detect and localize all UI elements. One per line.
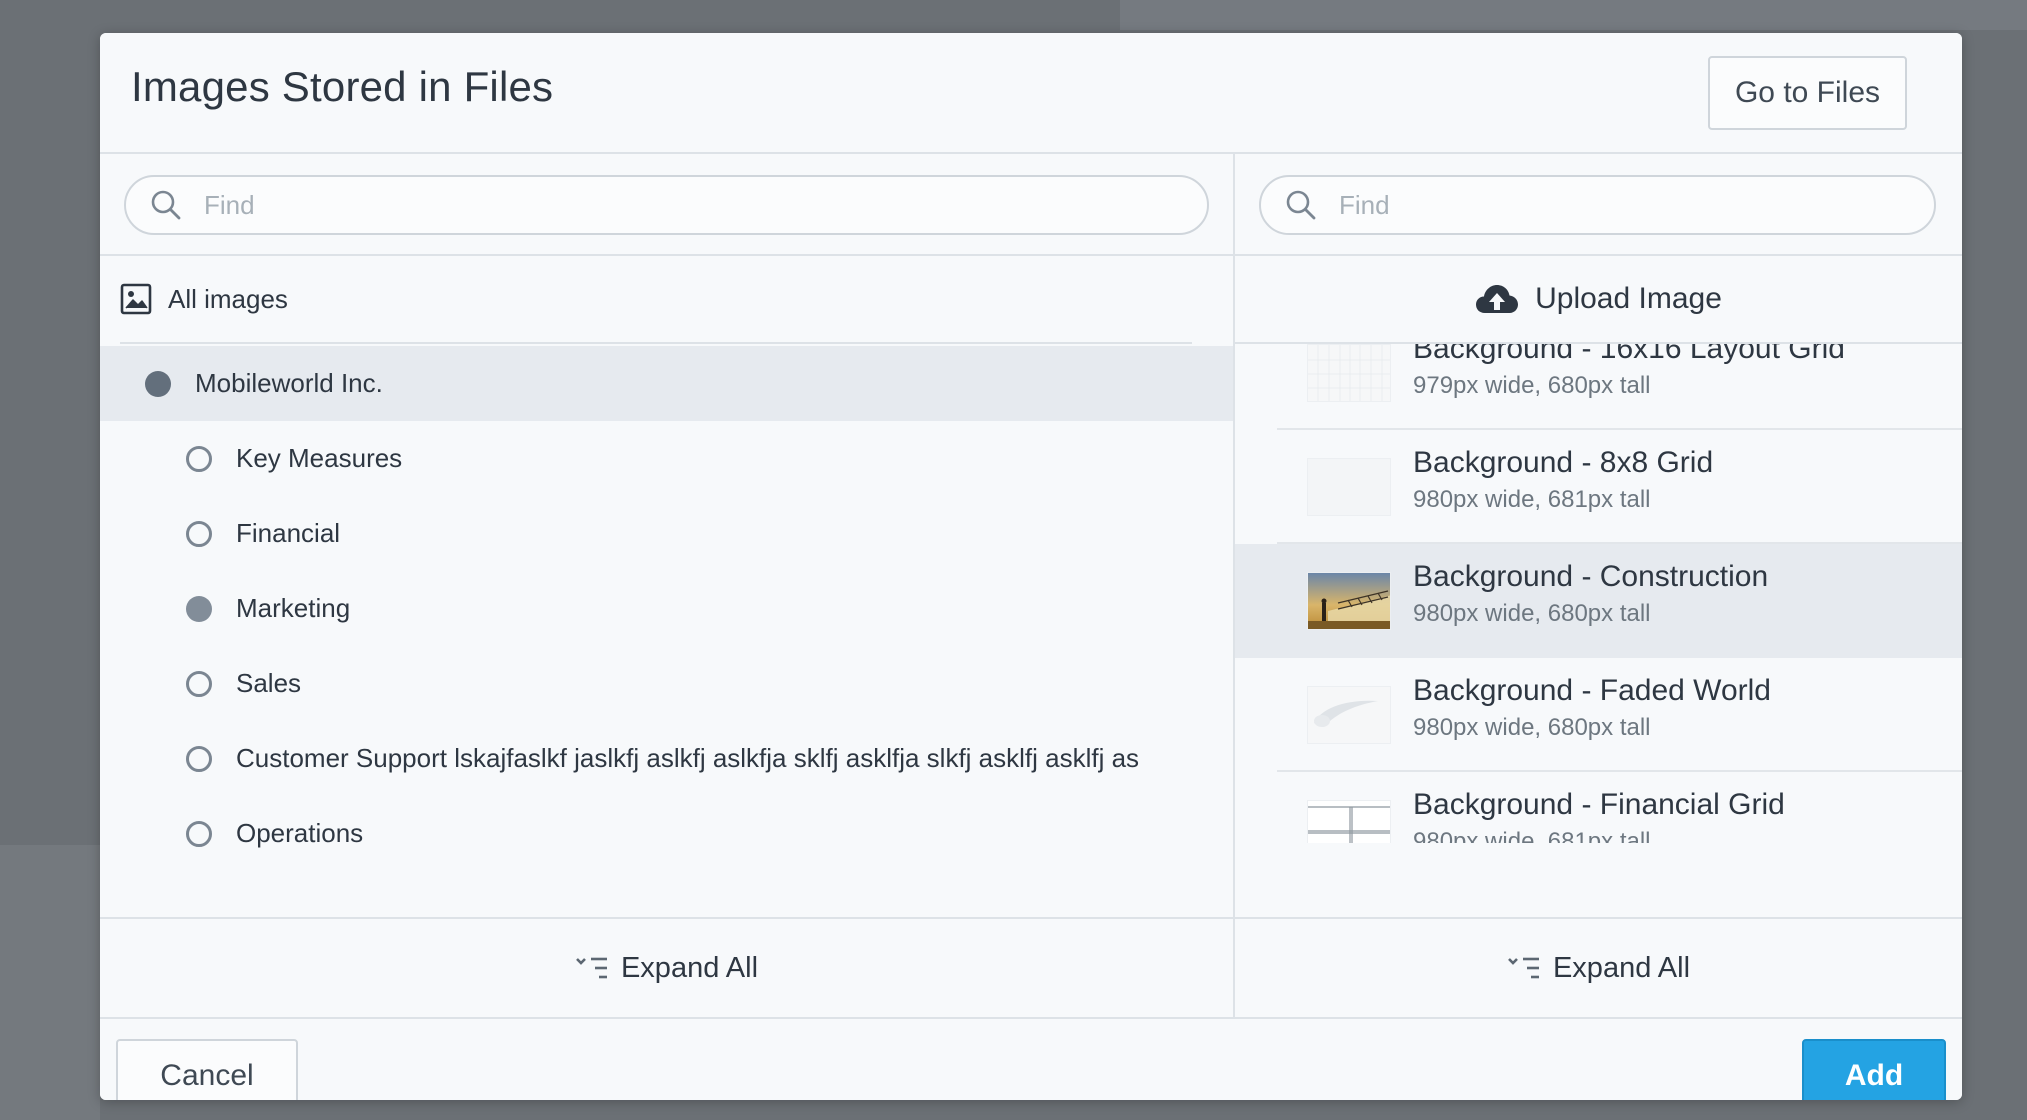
tree-item-key-measures[interactable]: Key Measures [100,421,1233,496]
all-images-item[interactable]: All images [120,256,1192,344]
image-name: Background - Financial Grid [1413,788,1785,821]
image-pane: Upload Image [1235,154,1962,1017]
tree-item-label: Sales [236,668,302,698]
list-item[interactable]: Background - 8x8 Grid 980px wide, 681px … [1235,430,1962,544]
images-dialog: Images Stored in Files Go to Files All i… [100,33,1962,1100]
tree-item-label: Customer Support lskajfaslkf jaslkfj asl… [236,743,1140,773]
tree-item-marketing[interactable]: Marketing [100,571,1233,646]
tree-dot-icon [186,745,212,772]
dialog-footer: Cancel Add [100,1017,1962,1100]
list-item[interactable]: Background - Financial Grid 980px wide, … [1235,772,1962,843]
dialog-title: Images Stored in Files [131,63,554,110]
tree-item-label: Operations [236,818,364,848]
image-dimensions: 980px wide, 681px tall [1413,486,1651,513]
tree-dot-icon [186,670,212,697]
folder-tree: Mobileworld Inc. Key Measures Financial … [100,346,1233,871]
list-item[interactable]: Background - Faded World 980px wide, 680… [1235,658,1962,772]
image-name: Background - 8x8 Grid [1413,446,1714,479]
tree-dot-icon [186,820,212,847]
tree-item-sales[interactable]: Sales [100,646,1233,721]
list-item[interactable]: Background - 16x16 Layout Grid 979px wid… [1235,344,1962,430]
image-search-box[interactable] [1259,175,1936,235]
thumbnail-grid16 [1307,344,1391,402]
tree-item-financial[interactable]: Financial [100,496,1233,571]
image-name: Background - 16x16 Layout Grid [1413,344,1845,365]
tree-item-mobileworld[interactable]: Mobileworld Inc. [100,346,1233,421]
image-name: Background - Faded World [1413,674,1771,707]
folder-search-row [100,154,1233,256]
tree-item-operations[interactable]: Operations [100,796,1233,871]
image-dimensions: 980px wide, 680px tall [1413,600,1651,627]
tree-item-label: Marketing [236,593,351,623]
cancel-button[interactable]: Cancel [116,1039,298,1100]
thumbnail-8x8 [1307,458,1391,516]
expand-all-label: Expand All [620,951,759,984]
dialog-header: Images Stored in Files Go to Files [100,33,1962,154]
tree-item-customer-support[interactable]: Customer Support lskajfaslkf jaslkfj asl… [100,721,1233,796]
list-item-selected[interactable]: Background - Construction 980px wide, 68… [1235,544,1962,658]
thumbnail-construction [1307,572,1391,630]
image-search-input[interactable] [1339,189,1878,221]
tree-dot-icon [186,595,212,622]
add-button[interactable]: Add [1802,1039,1946,1100]
folder-expand-all-button[interactable]: Expand All [100,917,1233,1017]
upload-image-label: Upload Image [1535,282,1722,315]
image-icon [120,283,152,315]
image-dimensions: 980px wide, 680px tall [1413,714,1651,741]
folder-search-input[interactable] [204,189,1069,221]
expand-all-icon [1508,957,1539,979]
upload-image-button[interactable]: Upload Image [1235,256,1962,344]
image-search-row [1235,154,1962,256]
expand-all-label: Expand All [1552,951,1691,984]
go-to-files-button[interactable]: Go to Files [1708,56,1907,130]
image-dimensions: 979px wide, 680px tall [1413,372,1651,399]
tree-dot-icon [186,445,212,472]
tree-dot-icon [186,520,212,547]
search-icon [151,190,181,220]
cloud-upload-icon [1476,285,1519,313]
expand-all-icon [576,957,607,979]
backdrop-corner [0,845,100,1120]
folder-search-box[interactable] [124,175,1209,235]
tree-dot-icon [145,370,171,397]
all-images-label: All images [168,283,288,314]
thumbnail-financial-grid [1307,800,1391,843]
search-icon [1286,190,1316,220]
backdrop-highlight [1120,0,2027,30]
image-dimensions: 980px wide, 681px tall [1413,828,1651,843]
folder-pane: All images Mobileworld Inc. Key Measures… [100,154,1235,1017]
image-list: Background - 16x16 Layout Grid 979px wid… [1235,344,1962,843]
tree-item-label: Key Measures [236,443,403,473]
tree-item-label: Mobileworld Inc. [195,368,383,398]
tree-item-label: Financial [236,518,341,548]
image-name: Background - Construction [1413,560,1769,593]
thumbnail-faded-world [1307,686,1391,744]
image-expand-all-button[interactable]: Expand All [1235,917,1962,1017]
